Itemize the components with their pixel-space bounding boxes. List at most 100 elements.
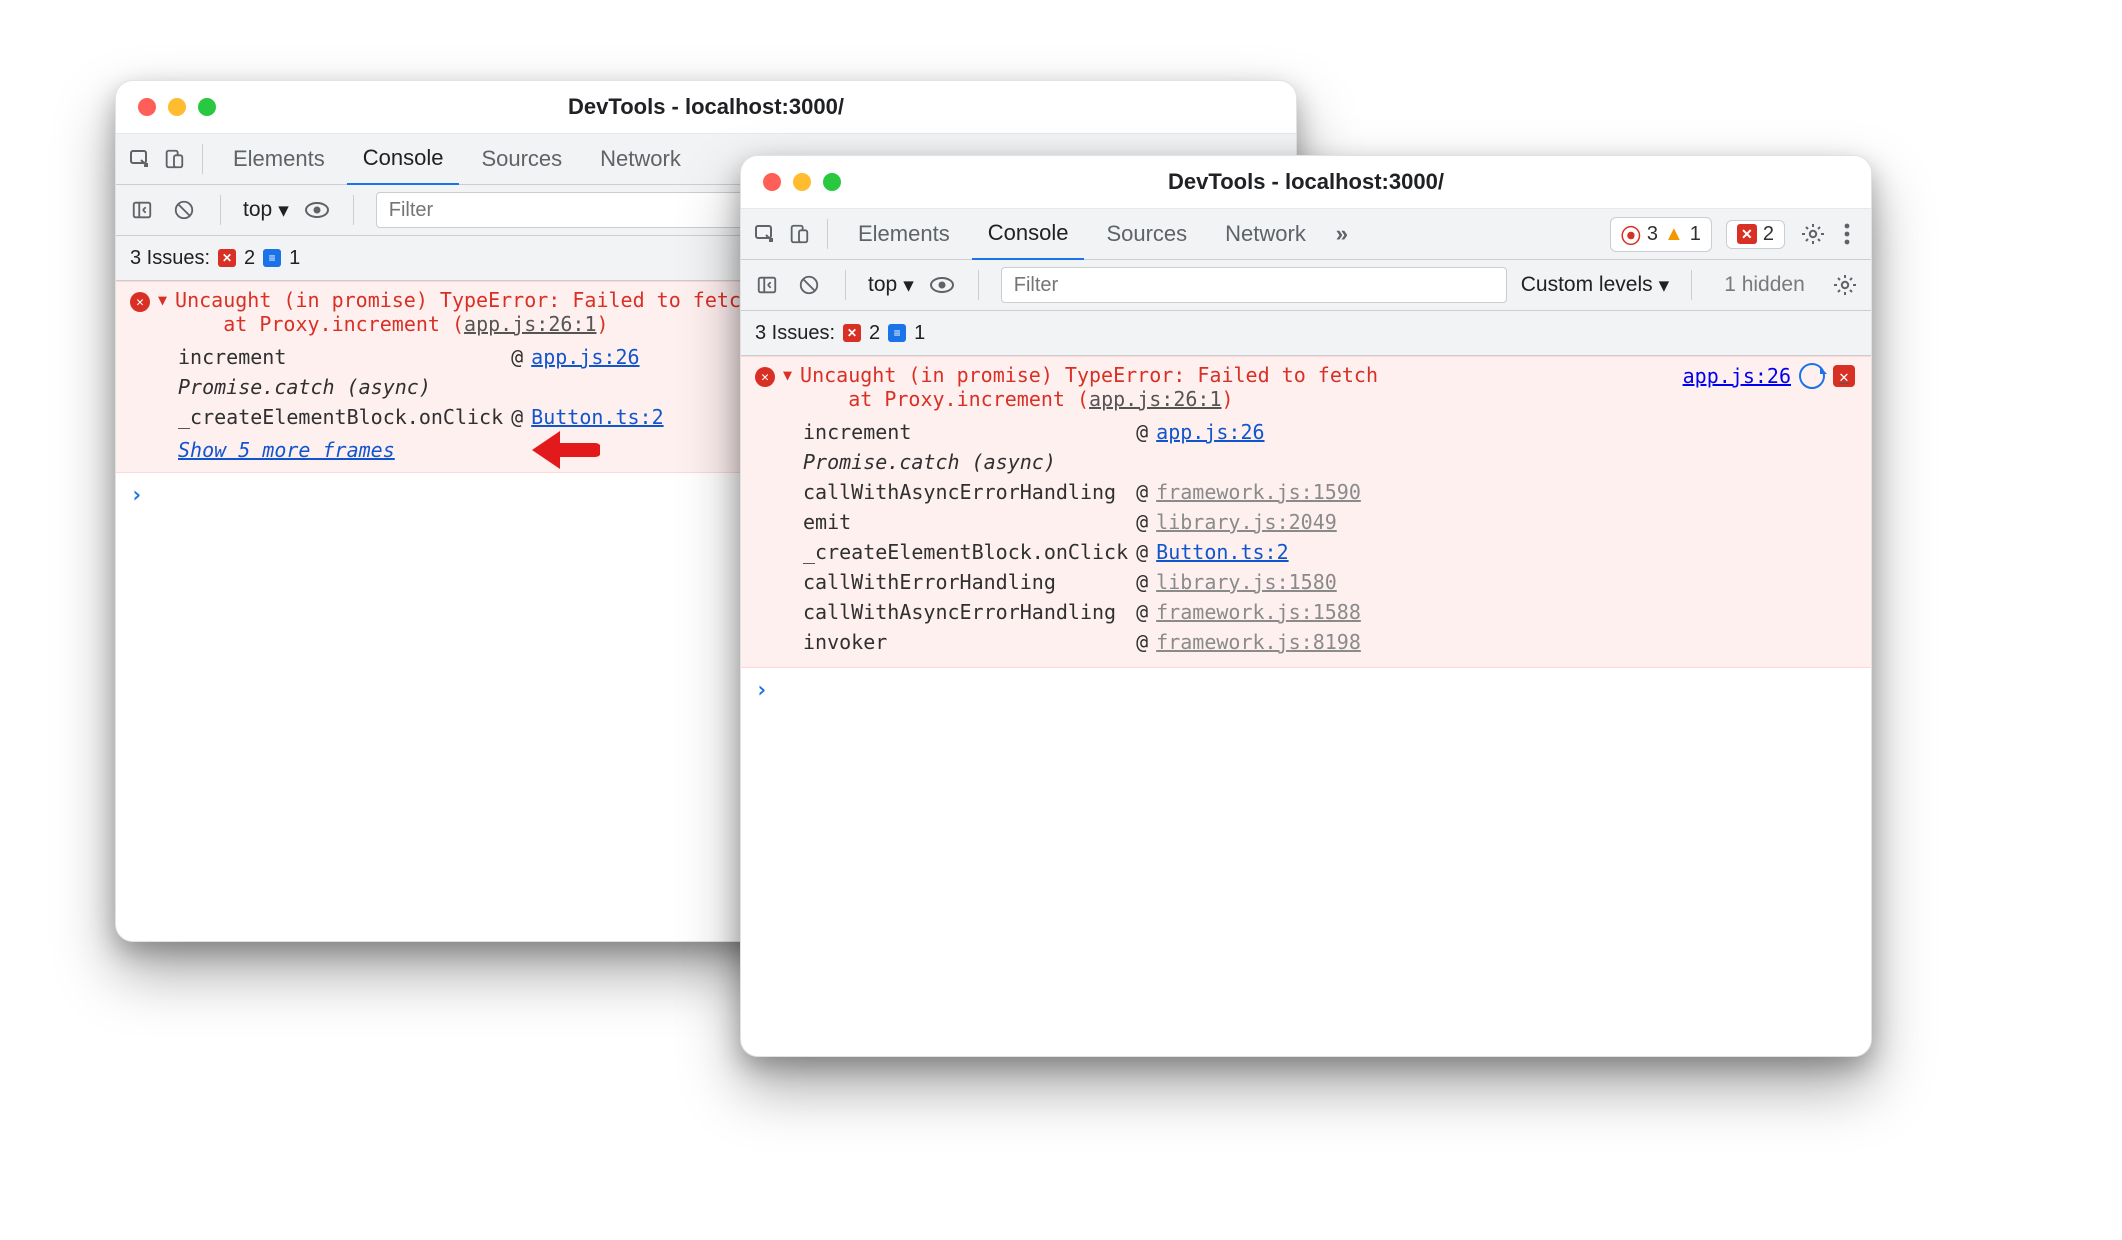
divider [202, 144, 203, 174]
message-badge-icon: ≡ [888, 324, 906, 342]
issues-bar[interactable]: 3 Issues: ✕ 2 ≡ 1 [741, 311, 1871, 356]
tab-network[interactable]: Network [584, 134, 697, 184]
levels-label: Custom levels [1521, 273, 1653, 297]
stack-fn: emit [803, 507, 1136, 537]
stack-source-link[interactable]: Button.ts:2 [531, 405, 663, 429]
device-toolbar-icon[interactable] [160, 145, 188, 173]
stack-at: @ [1136, 507, 1156, 537]
kebab-menu-icon[interactable] [1833, 220, 1861, 248]
stack-source-link[interactable]: app.js:26 [1156, 420, 1264, 444]
error-source-link[interactable]: app.js:26:1 [464, 312, 596, 336]
window-title: DevTools - localhost:3000/ [116, 94, 1296, 120]
chevron-down-icon [903, 273, 914, 298]
filter-input[interactable] [1001, 267, 1507, 303]
error-message: Uncaught (in promise) TypeError: Failed … [175, 288, 753, 336]
context-selector[interactable]: top [243, 198, 289, 223]
stack-trace: increment@app.js:26Promise.catch (async)… [803, 417, 1857, 657]
stack-at: @ [1136, 537, 1156, 567]
inspect-icon[interactable] [751, 220, 779, 248]
stack-async-label: Promise.catch (async) [178, 372, 672, 402]
tab-console[interactable]: Console [347, 133, 460, 186]
status-x-badge[interactable]: ✕ 2 [1726, 220, 1785, 249]
stack-fn: callWithAsyncErrorHandling [803, 477, 1136, 507]
stack-row: increment@app.js:26 [178, 342, 672, 372]
live-expression-icon[interactable] [303, 196, 331, 224]
stack-source-link[interactable]: library.js:1580 [1156, 570, 1337, 594]
console-toolbar: top Custom levels 1 hidden [741, 260, 1871, 311]
stack-fn: callWithAsyncErrorHandling [803, 597, 1136, 627]
divider [827, 219, 828, 249]
maximize-button[interactable] [198, 98, 216, 116]
sidebar-toggle-icon[interactable] [128, 196, 156, 224]
error-source-link[interactable]: app.js:26:1 [1089, 387, 1221, 411]
minimize-button[interactable] [168, 98, 186, 116]
stack-row: Promise.catch (async) [178, 372, 672, 402]
collapse-toggle-icon[interactable]: ▼ [783, 366, 792, 384]
stack-at: @ [511, 402, 531, 432]
console-prompt[interactable]: › [741, 668, 1871, 713]
close-button[interactable] [763, 173, 781, 191]
context-label: top [243, 198, 272, 222]
error-entry: ✕ ▼ Uncaught (in promise) TypeError: Fai… [741, 356, 1871, 668]
chevron-down-icon [1659, 273, 1670, 298]
settings-gear-icon[interactable] [1799, 220, 1827, 248]
tab-sources[interactable]: Sources [1090, 209, 1203, 259]
tab-sources[interactable]: Sources [465, 134, 578, 184]
stack-fn: increment [803, 417, 1136, 447]
stack-fn: _createElementBlock.onClick [803, 537, 1136, 567]
feedback-icon[interactable]: ✕ [1833, 365, 1855, 387]
tab-elements[interactable]: Elements [842, 209, 966, 259]
inspect-icon[interactable] [126, 145, 154, 173]
collapse-toggle-icon[interactable]: ▼ [158, 291, 167, 309]
stack-source-link[interactable]: framework.js:8198 [1156, 630, 1361, 654]
stack-source-link[interactable]: framework.js:1588 [1156, 600, 1361, 624]
warning-dot-icon: ▲ [1664, 223, 1684, 246]
clear-console-icon[interactable] [170, 196, 198, 224]
message-badge-icon: ≡ [263, 249, 281, 267]
device-toolbar-icon[interactable] [785, 220, 813, 248]
context-selector[interactable]: top [868, 273, 914, 298]
stack-at: @ [511, 342, 531, 372]
tab-network[interactable]: Network [1209, 209, 1322, 259]
hidden-count[interactable]: 1 hidden [1724, 273, 1805, 297]
stack-fn: increment [178, 342, 511, 372]
clear-console-icon[interactable] [795, 271, 823, 299]
error-icon: ✕ [755, 367, 775, 387]
stack-source-link[interactable]: Button.ts:2 [1156, 540, 1288, 564]
stack-source-link[interactable]: library.js:2049 [1156, 510, 1337, 534]
log-levels-selector[interactable]: Custom levels [1521, 273, 1669, 298]
error-badge-icon: ✕ [218, 249, 236, 267]
more-tabs-icon[interactable] [1328, 220, 1356, 248]
minimize-button[interactable] [793, 173, 811, 191]
error-message: Uncaught (in promise) TypeError: Failed … [800, 363, 1378, 411]
traffic-lights [741, 173, 841, 191]
divider [353, 195, 354, 225]
tab-elements[interactable]: Elements [217, 134, 341, 184]
status-errors-badge[interactable]: ⦿ 3 ▲ 1 [1610, 217, 1712, 252]
stack-at: @ [1136, 627, 1156, 657]
divider [1691, 270, 1692, 300]
sidebar-toggle-icon[interactable] [753, 271, 781, 299]
issues-message-count: 1 [289, 247, 300, 270]
titlebar: DevTools - localhost:3000/ [741, 156, 1871, 209]
source-link[interactable]: app.js:26 [1683, 364, 1791, 388]
stack-fn: _createElementBlock.onClick [178, 402, 511, 432]
stack-row: increment@app.js:26 [803, 417, 1369, 447]
live-expression-icon[interactable] [928, 271, 956, 299]
maximize-button[interactable] [823, 173, 841, 191]
stack-source-link[interactable]: framework.js:1590 [1156, 480, 1361, 504]
close-button[interactable] [138, 98, 156, 116]
stack-at: @ [1136, 477, 1156, 507]
stack-row: callWithErrorHandling@library.js:1580 [803, 567, 1369, 597]
issues-label: 3 Issues: [755, 322, 835, 345]
stack-at: @ [1136, 417, 1156, 447]
stack-source-link[interactable]: app.js:26 [531, 345, 639, 369]
reload-icon[interactable] [1799, 363, 1825, 389]
console-settings-gear-icon[interactable] [1831, 271, 1859, 299]
show-more-link[interactable]: Show 5 more frames [178, 438, 395, 462]
issues-error-count: 2 [244, 247, 255, 270]
stack-row: _createElementBlock.onClick@Button.ts:2 [178, 402, 672, 432]
traffic-lights [116, 98, 216, 116]
tab-console[interactable]: Console [972, 208, 1085, 261]
divider [220, 195, 221, 225]
